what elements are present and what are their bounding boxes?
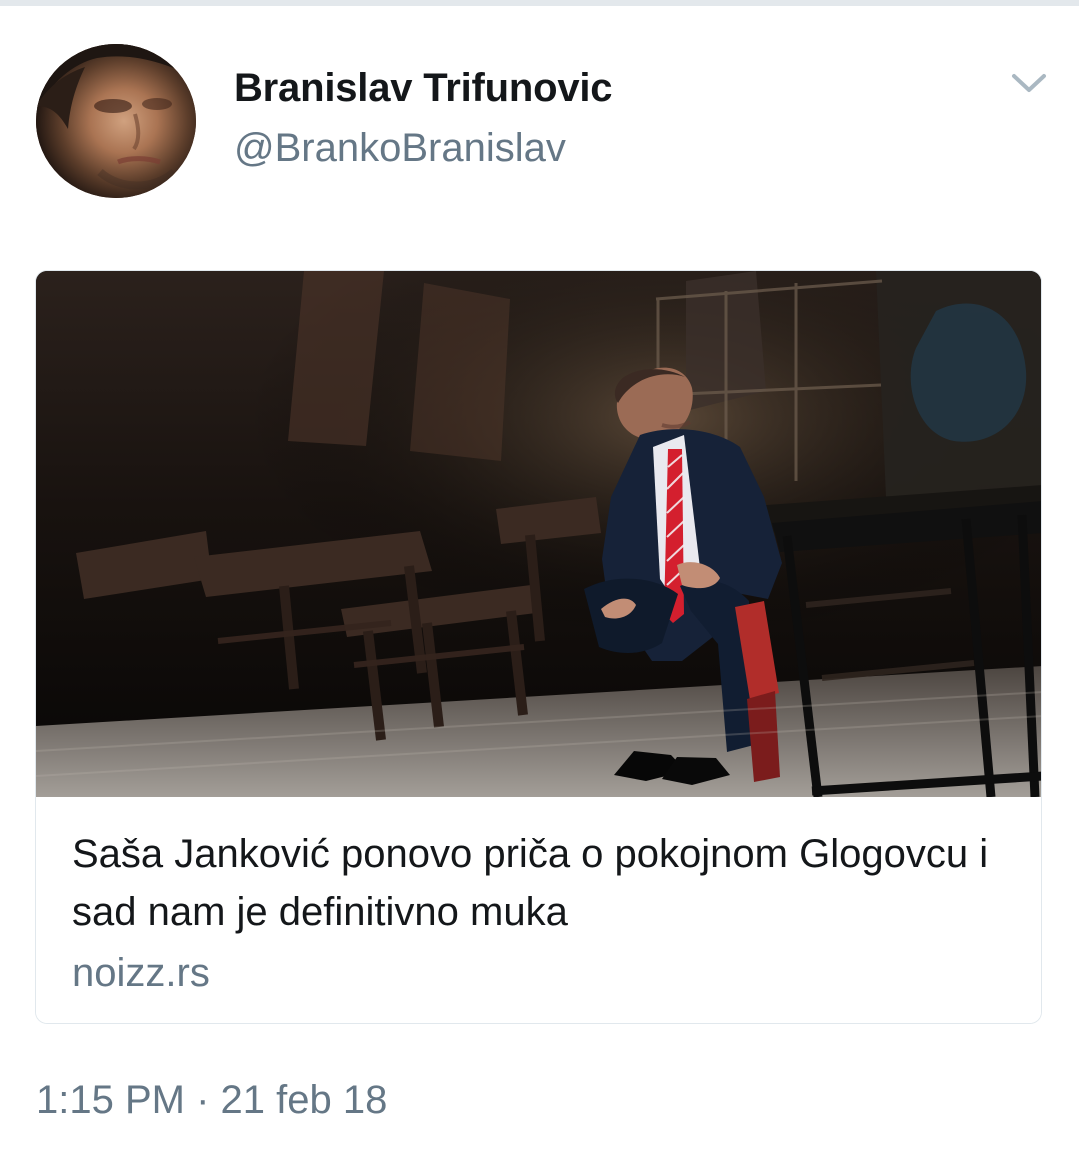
article-photo[interactable] [36, 271, 1041, 797]
display-name[interactable]: Branislav Trifunovic [234, 62, 613, 114]
link-card-domain[interactable]: noizz.rs [72, 947, 1007, 999]
chevron-down-icon[interactable] [1008, 68, 1050, 98]
top-divider [0, 0, 1079, 6]
link-card-title[interactable]: Saša Janković ponovo priča o pokojnom Gl… [72, 825, 1002, 941]
link-card-text[interactable]: Saša Janković ponovo priča o pokojnom Gl… [36, 797, 1041, 1023]
user-avatar[interactable] [36, 44, 196, 198]
user-handle[interactable]: @BrankoBranislav [234, 124, 612, 172]
link-card[interactable]: Saša Janković ponovo priča o pokojnom Gl… [35, 270, 1042, 1024]
tweet-timestamp[interactable]: 1:15 PM · 21 feb 18 [36, 1074, 387, 1126]
user-info: Branislav Trifunovic @BrankoBranislav [234, 62, 613, 172]
tweet-header: Branislav Trifunovic @BrankoBranislav [36, 44, 1046, 200]
